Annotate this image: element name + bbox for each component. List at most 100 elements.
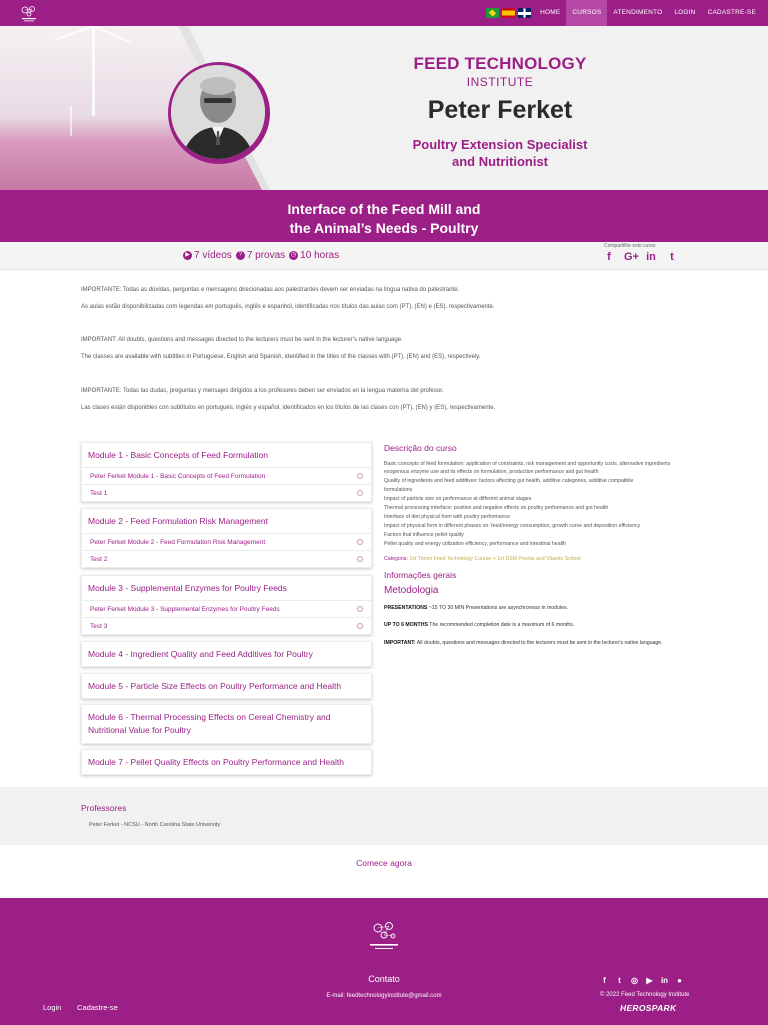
lesson-title: Peter Ferket Module 3 - Supplemental Enz… — [90, 605, 280, 613]
linkedin-share-icon[interactable]: in — [645, 251, 657, 263]
nav-cadastre-se[interactable]: CADASTRE-SE — [702, 0, 762, 26]
professors-heading: Professores — [81, 803, 127, 813]
description-line: Factors that influence pellet quality — [384, 532, 464, 538]
module-title[interactable]: Module 4 - Ingredient Quality and Feed A… — [82, 642, 371, 666]
twitter-icon[interactable]: t — [615, 976, 624, 985]
facebook-share-icon[interactable]: f — [603, 251, 615, 263]
notice-en-1: IMPORTANT: All doubts, questions and mes… — [81, 337, 403, 343]
footer-signup-link[interactable]: Cadastre-se — [77, 1003, 118, 1012]
flag-brazil-icon[interactable] — [486, 8, 500, 18]
hours-count: 10 horas — [300, 250, 340, 261]
category: Categoria: 1st Trimm Feed Technology Cou… — [384, 556, 581, 562]
nav-home[interactable]: HOME — [534, 0, 566, 26]
module-title[interactable]: Module 5 - Particle Size Effects on Poul… — [82, 674, 371, 698]
lesson-status-icon — [357, 623, 363, 629]
method-item-text: All doubts, questions and messages direc… — [415, 640, 663, 646]
method-item: UP TO 6 MONTHS The recommended completio… — [384, 622, 574, 628]
lesson-status-icon — [357, 606, 363, 612]
lesson-item[interactable]: Peter Ferket Module 1 - Basic Concepts o… — [82, 467, 371, 484]
test-item[interactable]: Test 3 — [82, 617, 371, 634]
method-item-text: ~15 TO 30 MIN Presentations are asynchro… — [427, 605, 568, 611]
linkedin-icon[interactable]: in — [660, 976, 669, 985]
lesson-item[interactable]: Peter Ferket Module 3 - Supplemental Enz… — [82, 600, 371, 617]
hero-banner: FEED TECHNOLOGY INSTITUTE Peter Ferket P… — [0, 26, 768, 190]
youtube-icon[interactable]: ▶ — [645, 976, 654, 985]
test-item[interactable]: Test 1 — [82, 484, 371, 501]
description-line: Impact of particle size on performance a… — [384, 496, 532, 502]
lesson-status-icon — [357, 539, 363, 545]
brand-title: FEED TECHNOLOGY — [413, 54, 587, 73]
module-title[interactable]: Module 2 - Feed Formulation Risk Managem… — [82, 509, 371, 533]
category-value[interactable]: 1st Trimm Feed Technology Course + 1st D… — [409, 556, 580, 562]
clock-icon: ◷ — [289, 251, 299, 260]
play-icon: ▶ — [183, 251, 192, 260]
test-item[interactable]: Test 2 — [82, 550, 371, 567]
description-line: Basic concepts of feed formulation: appl… — [384, 461, 671, 467]
course-title: Interface of the Feed Mill and the Anima… — [234, 200, 534, 238]
course-title-line-2: the Animal’s Needs - Poultry — [289, 220, 479, 236]
course-title-bar: Interface of the Feed Mill and the Anima… — [0, 190, 768, 242]
lesson-title: Peter Ferket Module 1 - Basic Concepts o… — [90, 472, 266, 480]
social-icons: f t ◎ ▶ in ● — [600, 976, 690, 985]
speaker-role: Poultry Extension Specialist and Nutriti… — [360, 136, 640, 170]
lesson-status-icon — [357, 473, 363, 479]
lesson-title: Test 3 — [90, 622, 108, 630]
speaker-role-line-1: Poultry Extension Specialist — [412, 137, 588, 152]
description-line: formulations — [384, 487, 413, 493]
footer: Contato E-mail: feedtechnologyinstitute@… — [0, 898, 768, 1025]
method-item: IMPORTANT: All doubts, questions and mes… — [384, 640, 663, 646]
share-icons: f G+ in t — [603, 251, 687, 263]
description-line: Interface of diet physical form with pou… — [384, 514, 510, 520]
top-navbar: HOME CURSOS ATENDIMENTO LOGIN CADASTRE-S… — [0, 0, 768, 26]
module-title[interactable]: Module 6 - Thermal Processing Effects on… — [82, 705, 371, 743]
footer-logo — [370, 922, 398, 949]
description-line: Thermal processing interface: positive a… — [384, 505, 609, 511]
instagram-icon[interactable]: ◎ — [630, 976, 639, 985]
share-label: Compartilhe este curso — [604, 243, 656, 249]
module-title[interactable]: Module 3 - Supplemental Enzymes for Poul… — [82, 576, 371, 600]
method-item-label: IMPORTANT: — [384, 640, 416, 646]
module-title[interactable]: Module 1 - Basic Concepts of Feed Formul… — [82, 443, 371, 467]
method-item-label: UP TO 6 MONTHS — [384, 622, 428, 628]
method-item-text: The recommended completion date is a max… — [427, 622, 575, 628]
module-card: Module 6 - Thermal Processing Effects on… — [81, 704, 372, 744]
module-card: Module 5 - Particle Size Effects on Poul… — [81, 673, 372, 699]
twitter-share-icon[interactable]: t — [666, 251, 678, 263]
nav-atendimento[interactable]: ATENDIMENTO — [607, 0, 668, 26]
course-title-line-1: Interface of the Feed Mill and — [287, 201, 481, 217]
copyright: © 2022 Feed Technology Institute — [600, 992, 690, 998]
notice-es-2: Las clases están disponibles con subtítu… — [81, 405, 496, 411]
notice-pt-2: As aulas estão disponibilizadas com lege… — [81, 304, 495, 310]
lesson-item[interactable]: Peter Ferket Module 2 - Feed Formulation… — [82, 533, 371, 550]
lesson-title: Peter Ferket Module 2 - Feed Formulation… — [90, 538, 266, 546]
module-card: Module 1 - Basic Concepts of Feed Formul… — [81, 442, 372, 502]
professor-item[interactable]: Peter Ferket - NCSU - North Carolina Sta… — [89, 822, 220, 828]
google-plus-share-icon[interactable]: G+ — [624, 251, 639, 263]
module-card: Module 7 - Pellet Quality Effects on Pou… — [81, 749, 372, 775]
question-icon: ? — [235, 251, 245, 260]
footer-login-link[interactable]: Login — [43, 1003, 61, 1012]
lesson-status-icon — [357, 490, 363, 496]
tests-count: 7 provas — [246, 250, 286, 261]
notice-es-1: IMPORTANTE: Todas las dudas, preguntas y… — [81, 388, 444, 394]
flag-spain-icon[interactable] — [502, 8, 516, 18]
lesson-title: Test 1 — [90, 489, 108, 497]
module-title[interactable]: Module 7 - Pellet Quality Effects on Pou… — [82, 750, 371, 774]
lesson-status-icon — [357, 556, 363, 562]
site-logo[interactable] — [18, 3, 40, 23]
speaker-portrait — [171, 65, 265, 159]
facebook-icon[interactable]: f — [600, 976, 609, 985]
description-line: Impact of physical form in different pha… — [384, 523, 641, 529]
method-heading: Metodologia — [384, 585, 439, 596]
description-line: exogenous enzyme use and its effects on … — [384, 469, 599, 475]
website-icon[interactable]: ● — [675, 976, 684, 985]
description-heading: Descrição do curso — [384, 443, 457, 453]
notice-pt-1: IMPORTANTE: Todas as dúvidas, perguntas … — [81, 287, 460, 293]
start-now-button[interactable]: Comece agora — [0, 858, 768, 868]
videos-count: 7 vídeos — [194, 250, 232, 261]
nav-login[interactable]: LOGIN — [668, 0, 701, 26]
course-stats: ▶ 7 vídeos ? 7 provas ◷ 10 horas — [183, 250, 343, 261]
flag-uk-icon[interactable] — [518, 8, 532, 18]
nav-cursos[interactable]: CURSOS — [566, 0, 608, 26]
herospark-logo[interactable]: HEROSPARK — [620, 1003, 676, 1013]
